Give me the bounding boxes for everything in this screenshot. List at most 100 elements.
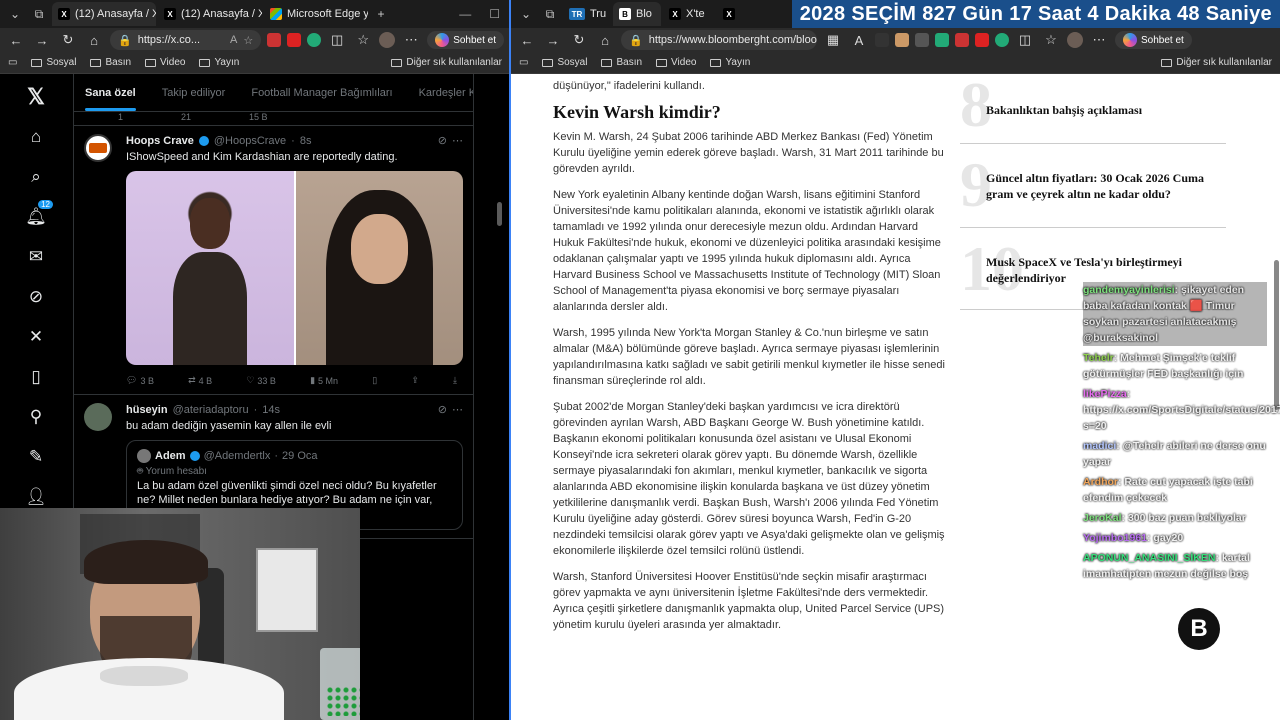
tweet-time[interactable]: 8s <box>300 135 312 147</box>
left-tab-1[interactable]: X (12) Anasayfa / X ✕ <box>52 2 156 26</box>
home-icon[interactable]: ⌂ <box>595 30 615 50</box>
left-address-bar[interactable]: 🔒 https://x.co... A ☆ <box>110 30 262 50</box>
forward-icon[interactable]: → <box>32 30 52 50</box>
read-aloud-icon[interactable]: A <box>849 30 869 50</box>
bookmarks-icon[interactable]: ▯ <box>23 364 49 390</box>
read-aloud-icon[interactable]: A <box>230 34 237 46</box>
refresh-icon[interactable]: ↻ <box>58 30 78 50</box>
split-screen-icon[interactable]: ◫ <box>327 30 347 50</box>
repost-button[interactable]: ⇄ 4 B <box>188 375 212 386</box>
extension-icon[interactable] <box>307 33 322 47</box>
views-button[interactable]: ▮ 5 Mn <box>310 375 338 386</box>
like-button[interactable]: ♡ 33 B <box>246 375 276 386</box>
workspaces-icon[interactable]: ⧉ <box>28 3 50 25</box>
favorite-star-icon[interactable]: ☆ <box>243 34 253 47</box>
x-premium-icon[interactable]: ✕ <box>23 324 49 350</box>
notifications-icon[interactable]: 🔔︎ 12 <box>23 200 53 230</box>
search-icon[interactable]: ⌕ <box>23 164 49 190</box>
grok-icon[interactable]: ⊘ <box>438 134 447 147</box>
tab-community-fm[interactable]: Football Manager Bağımlıları <box>251 87 392 99</box>
right-tab-2[interactable]: B Blo <box>613 2 661 26</box>
compose-icon[interactable]: ✎ <box>23 444 49 470</box>
maximize-icon[interactable]: ☐ <box>489 7 500 21</box>
extension-icon[interactable] <box>915 33 929 47</box>
left-tab-3[interactable]: MS Microsoft Edge ya ✕ <box>264 2 368 26</box>
tweet[interactable]: Hoops Crave @HoopsCrave · 8s ⊘ ⋯ IShowSp… <box>74 126 473 395</box>
communities-icon[interactable]: ⚲ <box>23 404 49 430</box>
bookmark-folder[interactable]: Sosyal <box>31 57 76 68</box>
most-read-title[interactable]: Güncel altın fiyatları: 30 Ocak 2026 Cum… <box>986 170 1226 202</box>
copilot-button[interactable]: Sohbet et <box>427 31 504 49</box>
bookmarks-collection-icon[interactable]: ▭ <box>519 57 528 68</box>
extension-icon[interactable] <box>935 33 949 47</box>
tweet-image[interactable] <box>126 171 463 365</box>
favorites-icon[interactable]: ☆ <box>353 30 373 50</box>
scrollbar[interactable] <box>497 202 502 226</box>
bookmark-icon[interactable]: ▯ <box>372 375 377 386</box>
extension-icon[interactable] <box>895 33 909 47</box>
reply-button[interactable]: 💬︎ 3 B <box>126 375 154 386</box>
tab-actions-icon[interactable]: ⌄ <box>515 3 537 25</box>
avatar[interactable] <box>84 134 112 162</box>
split-screen-icon[interactable]: ◫ <box>1015 30 1035 50</box>
right-tab-3[interactable]: X X'te <box>663 2 715 26</box>
tab-following[interactable]: Takip ediliyor <box>162 87 226 99</box>
bookmark-folder[interactable]: Basın <box>601 57 642 68</box>
share-icon[interactable]: ⇪ <box>411 375 419 386</box>
tab-community-kiraathane[interactable]: Kardeşler Kıraath <box>419 87 473 99</box>
extension-icon[interactable] <box>995 33 1009 47</box>
more-icon[interactable]: ⋯ <box>401 30 421 50</box>
bookmark-folder[interactable]: Video <box>656 57 696 68</box>
most-read-title[interactable]: Bakanlıktan bahşiş açıklaması <box>986 102 1226 118</box>
copilot-button[interactable]: Sohbet et <box>1115 31 1192 49</box>
author-handle[interactable]: @HoopsCrave <box>214 135 286 147</box>
more-icon[interactable]: ⋯ <box>1089 30 1109 50</box>
most-read-item[interactable]: 8 Bakanlıktan bahşiş açıklaması <box>960 70 1226 144</box>
profile-avatar[interactable] <box>379 32 396 48</box>
bookmarks-collection-icon[interactable]: ▭ <box>8 57 17 68</box>
tweet-time[interactable]: 14s <box>262 404 280 416</box>
bookmark-folder[interactable]: Basın <box>90 57 131 68</box>
download-icon[interactable]: ⤓ <box>453 375 457 386</box>
home-icon[interactable]: ⌂ <box>23 124 49 150</box>
workspaces-icon[interactable]: ⧉ <box>539 3 561 25</box>
refresh-icon[interactable]: ↻ <box>569 30 589 50</box>
tab-actions-icon[interactable]: ⌄ <box>4 3 26 25</box>
extension-icon[interactable] <box>875 33 889 47</box>
favorites-icon[interactable]: ☆ <box>1041 30 1061 50</box>
right-tab-4[interactable]: X <box>717 2 739 26</box>
more-icon[interactable]: ⋯ <box>452 403 463 416</box>
most-read-item[interactable]: 9 Güncel altın fiyatları: 30 Ocak 2026 C… <box>960 144 1226 228</box>
grok-icon[interactable]: ⊘ <box>23 284 49 310</box>
messages-icon[interactable]: ✉ <box>23 244 49 270</box>
bookmark-folder[interactable]: Video <box>145 57 185 68</box>
author-name[interactable]: Hoops Crave <box>126 135 194 147</box>
bookmark-folder[interactable]: Sosyal <box>542 57 587 68</box>
back-icon[interactable]: ← <box>6 30 26 50</box>
more-icon[interactable]: ⋯ <box>452 134 463 147</box>
left-tab-2[interactable]: X (12) Anasayfa / X ✕ <box>158 2 262 26</box>
other-favorites-folder[interactable]: Diğer sık kullanılanlar <box>1161 57 1272 68</box>
author-name[interactable]: hüseyin <box>126 404 168 416</box>
extension-icon[interactable] <box>975 33 989 47</box>
extension-icon[interactable] <box>267 33 282 47</box>
scrollbar[interactable] <box>1274 260 1279 410</box>
avatar[interactable] <box>84 403 112 431</box>
minimize-icon[interactable]: — <box>459 7 471 21</box>
right-address-bar[interactable]: 🔒 https://www.bloomberght.com/bloomb... <box>621 30 817 50</box>
forward-icon[interactable]: → <box>543 30 563 50</box>
other-favorites-folder[interactable]: Diğer sık kullanılanlar <box>391 57 502 68</box>
grid-icon[interactable]: ▦ <box>823 30 843 50</box>
grok-icon[interactable]: ⊘ <box>438 403 447 416</box>
right-tab-1[interactable]: TR Tru <box>563 2 611 26</box>
back-icon[interactable]: ← <box>517 30 537 50</box>
home-icon[interactable]: ⌂ <box>84 30 104 50</box>
extension-icon[interactable] <box>287 33 302 47</box>
profile-icon[interactable]: 👤︎ <box>23 484 49 510</box>
new-tab-icon[interactable]: + <box>370 3 392 25</box>
tab-for-you[interactable]: Sana özel <box>85 87 136 111</box>
x-logo-icon[interactable]: 𝕏 <box>23 84 49 110</box>
author-handle[interactable]: @ateriadaptoru <box>173 404 249 416</box>
bookmark-folder[interactable]: Yayın <box>710 57 750 68</box>
profile-avatar[interactable] <box>1067 32 1083 48</box>
